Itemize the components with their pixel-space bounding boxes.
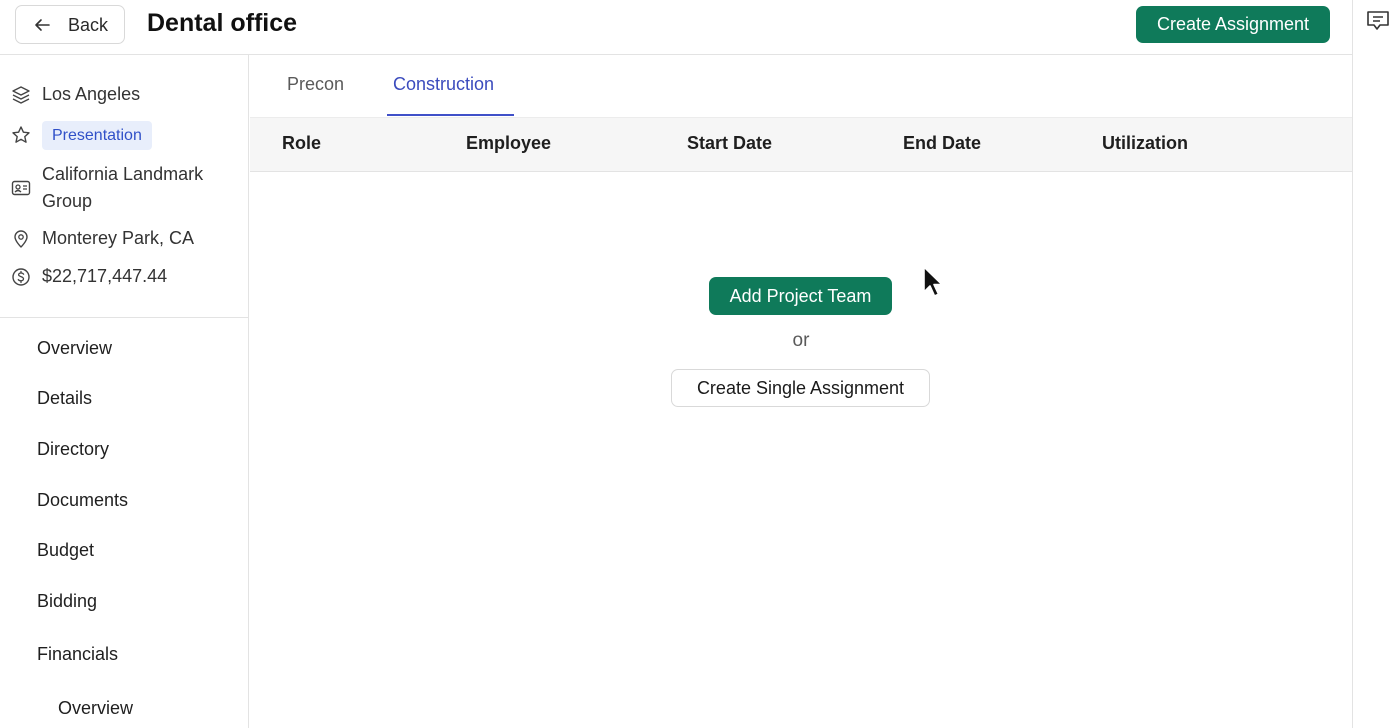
right-rail — [1352, 0, 1396, 728]
arrow-left-icon — [35, 19, 50, 31]
nav-subitem-financials-overview[interactable]: Overview — [58, 698, 133, 719]
tab-construction[interactable]: Construction — [393, 74, 494, 95]
header: Back Dental office Create Assignment — [0, 0, 1352, 55]
column-header-utilization[interactable]: Utilization — [1102, 133, 1188, 154]
dollar-circle-icon — [12, 268, 30, 286]
nav-item-financials[interactable]: Financials — [37, 644, 118, 665]
nav-item-directory[interactable]: Directory — [37, 439, 109, 460]
back-button[interactable]: Back — [15, 5, 125, 44]
nav-item-bidding[interactable]: Bidding — [37, 591, 97, 612]
nav-item-overview[interactable]: Overview — [37, 338, 112, 359]
comment-icon[interactable] — [1365, 8, 1391, 34]
create-assignment-button[interactable]: Create Assignment — [1136, 6, 1330, 43]
column-header-start-date[interactable]: Start Date — [687, 133, 772, 154]
column-header-employee[interactable]: Employee — [466, 133, 551, 154]
client-text: California Landmark Group — [42, 164, 204, 211]
page-title: Dental office — [147, 9, 298, 37]
or-separator: or — [792, 330, 810, 351]
table-header: Role Employee Start Date End Date Utiliz… — [250, 117, 1352, 172]
mouse-cursor-icon — [923, 266, 943, 297]
column-header-role[interactable]: Role — [282, 133, 321, 154]
location-text: Monterey Park, CA — [42, 228, 195, 248]
active-tab-indicator — [387, 114, 514, 116]
sidebar-divider — [0, 317, 248, 318]
stage-badge: Presentation — [42, 121, 152, 150]
value-text: $22,717,447.44 — [42, 266, 168, 286]
layers-icon — [12, 86, 30, 104]
create-single-assignment-button[interactable]: Create Single Assignment — [671, 369, 930, 407]
id-card-icon — [11, 180, 31, 196]
tab-precon[interactable]: Precon — [287, 74, 344, 95]
nav-item-documents[interactable]: Documents — [37, 490, 128, 511]
nav-item-details[interactable]: Details — [37, 388, 92, 409]
sidebar: Los Angeles Presentation California Land… — [0, 55, 249, 728]
map-pin-icon — [14, 230, 28, 248]
column-header-end-date[interactable]: End Date — [903, 133, 981, 154]
back-label: Back — [68, 15, 109, 35]
nav-item-budget[interactable]: Budget — [37, 540, 94, 561]
star-icon — [12, 126, 30, 143]
main-content: Precon Construction Role Employee Start … — [250, 56, 1352, 728]
add-project-team-button[interactable]: Add Project Team — [709, 277, 892, 315]
region-text: Los Angeles — [42, 84, 141, 104]
